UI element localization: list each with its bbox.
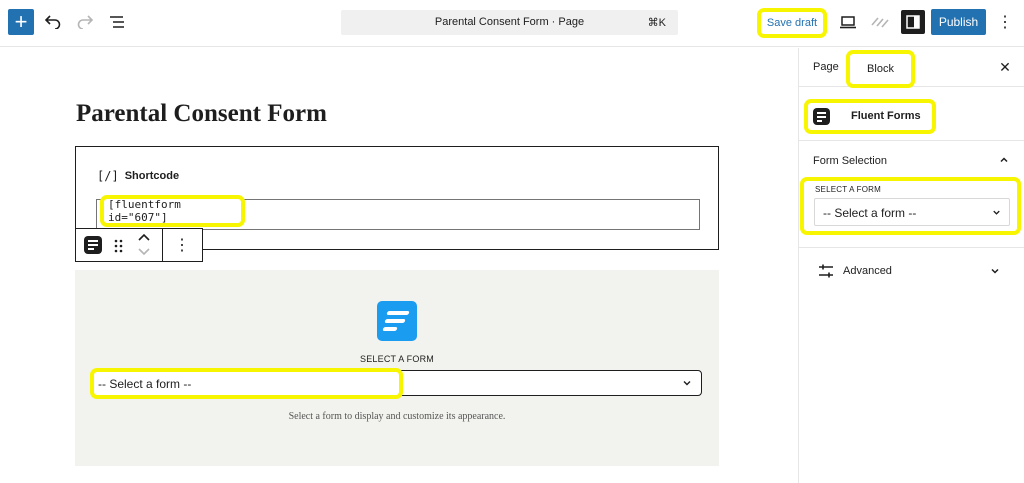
move-up-icon[interactable]: [136, 232, 152, 244]
close-icon: ✕: [999, 58, 1011, 75]
fluent-forms-icon: [813, 108, 830, 125]
add-icon: +: [14, 9, 28, 34]
shortcode-block-label: [/] Shortcode: [97, 169, 179, 183]
document-overview-button[interactable]: [106, 11, 128, 33]
fluent-forms-icon[interactable]: [84, 236, 102, 254]
shortcode-label-text: Shortcode: [124, 170, 180, 182]
command-palette-bar[interactable]: Parental Consent Form · Page ⌘K: [341, 10, 678, 35]
drag-handle[interactable]: [112, 237, 126, 255]
chevron-down-icon: [993, 210, 1000, 215]
advanced-title: Advanced: [843, 265, 892, 277]
shortcode-icon: [/]: [97, 169, 119, 183]
settings-sidebar-toggle[interactable]: [901, 10, 925, 34]
block-card: Fluent Forms: [799, 88, 1024, 141]
fluent-forms-logo-icon: [377, 301, 417, 341]
drag-handle-icon: [114, 239, 123, 253]
sidebar-select-label: SELECT A FORM: [815, 185, 882, 194]
tab-block[interactable]: Block: [846, 50, 915, 88]
chevron-up-icon[interactable]: [998, 154, 1010, 166]
preview-icon: [840, 15, 856, 28]
page-title[interactable]: Parental Consent Form: [76, 100, 327, 128]
settings-sidebar: Page Block ✕ Fluent Forms Form Selection…: [798, 48, 1024, 483]
chevron-down-icon: [991, 268, 999, 274]
close-sidebar-button[interactable]: ✕: [997, 59, 1013, 75]
sidebar-form-select[interactable]: -- Select a form --: [814, 198, 1010, 226]
advanced-panel[interactable]: Advanced: [799, 249, 1024, 293]
tab-page[interactable]: Page: [813, 61, 839, 73]
more-vertical-icon: ⋮: [174, 237, 190, 254]
preview-button[interactable]: [837, 11, 859, 33]
fluent-forms-block[interactable]: SELECT A FORM -- Select a form -- Select…: [75, 270, 719, 466]
redo-icon: [77, 15, 93, 29]
block-card-highlight: Fluent Forms: [804, 99, 936, 134]
jetpack-icon: [871, 17, 889, 28]
undo-button[interactable]: [42, 11, 64, 33]
redo-button[interactable]: [74, 11, 96, 33]
publish-button[interactable]: Publish: [931, 9, 986, 35]
block-options-button[interactable]: ⋮: [174, 235, 190, 255]
editor-top-bar: + Parental Consent Form · Page ⌘K Save d…: [0, 0, 1024, 47]
toolbar-divider: [162, 229, 163, 261]
form-selection-panel: Form Selection SELECT A FORM -- Select a…: [799, 142, 1024, 248]
save-draft-button[interactable]: Save draft: [757, 8, 827, 38]
block-card-title: Fluent Forms: [851, 110, 921, 122]
block-mover: [136, 231, 152, 259]
document-title: Parental Consent Form · Page: [434, 16, 585, 28]
sidebar-select-highlight: SELECT A FORM -- Select a form --: [800, 177, 1021, 235]
sidebar-tabs: Page Block ✕: [799, 48, 1024, 88]
shortcode-value[interactable]: [fluentform id="607"]: [100, 195, 245, 227]
document-overview-icon: [110, 16, 124, 28]
select-form-label: SELECT A FORM: [360, 354, 434, 364]
jetpack-button[interactable]: [869, 11, 891, 33]
command-shortcut: ⌘K: [647, 17, 666, 29]
editor-canvas: Parental Consent Form [/] Shortcode [flu…: [0, 48, 798, 483]
sliders-icon: [819, 264, 833, 278]
chevron-down-icon: [683, 381, 691, 386]
undo-icon: [45, 15, 61, 29]
sidebar-form-select-value: -- Select a form --: [823, 206, 917, 220]
options-menu-button[interactable]: ⋮: [996, 11, 1014, 33]
more-vertical-icon: ⋮: [997, 14, 1013, 31]
block-toolbar: ⋮: [75, 228, 203, 262]
move-down-icon[interactable]: [136, 245, 152, 257]
form-select-help-text: Select a form to display and customize i…: [288, 411, 506, 422]
form-select-value[interactable]: -- Select a form --: [90, 368, 403, 399]
settings-sidebar-icon: [906, 15, 920, 29]
add-block-button[interactable]: +: [8, 9, 34, 35]
form-selection-title[interactable]: Form Selection: [813, 155, 887, 167]
